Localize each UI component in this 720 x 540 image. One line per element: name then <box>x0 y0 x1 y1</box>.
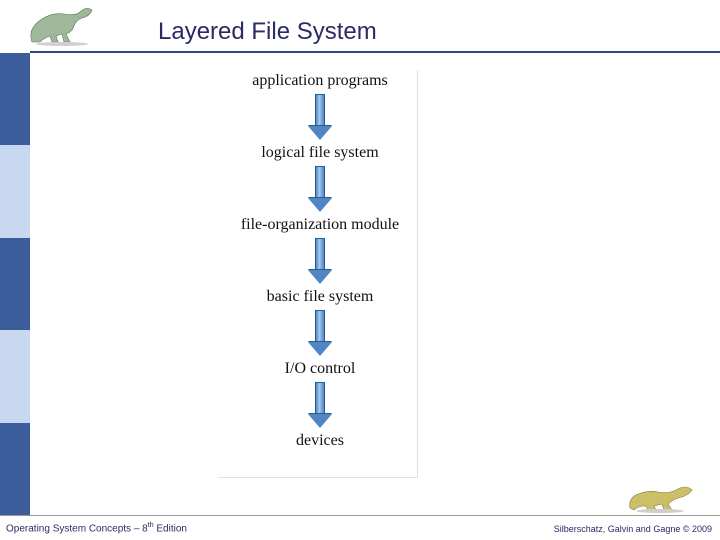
down-arrow-icon <box>308 166 332 212</box>
header-rule <box>30 51 720 53</box>
layer-io-control: I/O control <box>285 360 356 378</box>
layer-basic-file-system: basic file system <box>267 288 374 306</box>
down-arrow-icon <box>308 238 332 284</box>
sidebar-segment-dark <box>0 423 30 515</box>
sidebar-segment-light <box>0 330 30 422</box>
header: Layered File System <box>0 0 720 53</box>
layer-file-organization-module: file-organization module <box>241 216 399 234</box>
layer-devices: devices <box>296 432 344 450</box>
footer-left-suffix: Edition <box>154 523 187 534</box>
footer-right: Silberschatz, Galvin and Gagne © 2009 <box>554 524 712 534</box>
page-title: Layered File System <box>158 18 377 46</box>
down-arrow-icon <box>308 382 332 428</box>
sidebar-segment-dark <box>0 53 30 145</box>
down-arrow-icon <box>308 94 332 140</box>
layer-application-programs: application programs <box>252 72 388 90</box>
dinosaur-icon <box>624 470 698 514</box>
layer-logical-file-system: logical file system <box>261 144 378 162</box>
footer-left-prefix: Operating System Concepts – 8 <box>6 523 148 534</box>
left-sidebar <box>0 53 30 515</box>
footer-left: Operating System Concepts – 8th Edition <box>6 522 187 534</box>
sidebar-segment-dark <box>0 238 30 330</box>
layer-diagram: application programs logical file system… <box>225 72 415 454</box>
sidebar-segment-light <box>0 145 30 237</box>
down-arrow-icon <box>308 310 332 356</box>
dinosaur-icon <box>20 2 104 46</box>
footer: Operating System Concepts – 8th Edition … <box>0 515 720 540</box>
